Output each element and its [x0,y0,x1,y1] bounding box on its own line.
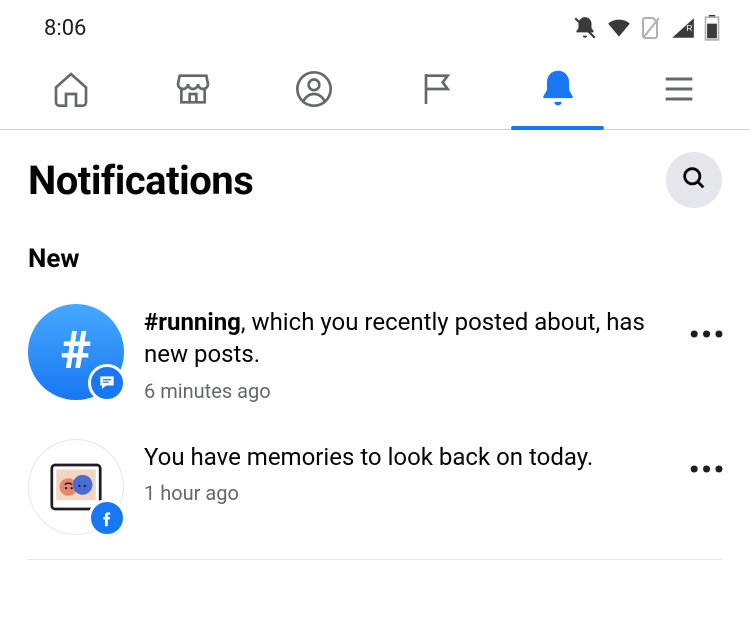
notification-highlight: #running [144,308,241,336]
notification-rest: You have memories to look back on today. [144,443,593,471]
battery-icon [704,15,720,41]
status-bar: 8:06 R [0,0,750,52]
chat-badge-icon [88,364,126,402]
notification-item[interactable]: You have memories to look back on today.… [0,421,750,553]
notification-more-button[interactable]: ••• [685,304,730,351]
notification-body: #running, which you recently posted abou… [144,304,665,403]
svg-text:R: R [686,23,692,33]
tab-marketplace[interactable] [132,52,254,129]
tab-home[interactable] [10,52,132,129]
profile-icon [294,69,334,113]
bell-icon [536,67,580,115]
notification-item[interactable]: # #running, which you recently posted ab… [0,286,750,421]
tab-notifications[interactable] [497,52,619,129]
search-icon [680,164,708,196]
search-button[interactable] [666,152,722,208]
menu-icon [659,69,699,113]
section-new: New [0,218,750,286]
notification-text: You have memories to look back on today. [144,441,665,473]
top-nav [0,52,750,130]
wifi-icon [606,17,632,39]
notifications-muted-icon [572,15,598,41]
tab-menu[interactable] [618,52,740,129]
notification-avatar [28,439,124,535]
notification-time: 6 minutes ago [144,379,665,403]
marketplace-icon [173,69,213,113]
cell-signal-icon: R [670,16,696,40]
divider [28,559,722,560]
facebook-badge-icon [88,499,126,537]
tab-pages[interactable] [375,52,497,129]
notification-body: You have memories to look back on today.… [144,439,665,505]
tab-profile[interactable] [253,52,375,129]
notification-text: #running, which you recently posted abou… [144,306,665,371]
notification-time: 1 hour ago [144,481,665,505]
page-title: Notifications [28,157,253,204]
notification-avatar: # [28,304,124,400]
home-icon [51,69,91,113]
notification-list: # #running, which you recently posted ab… [0,286,750,560]
flag-icon [416,69,456,113]
notification-more-button[interactable]: ••• [685,439,730,486]
page-header: Notifications [0,130,750,218]
status-icons: R [572,15,720,41]
no-sim-icon [640,16,662,40]
status-time: 8:06 [44,16,86,41]
